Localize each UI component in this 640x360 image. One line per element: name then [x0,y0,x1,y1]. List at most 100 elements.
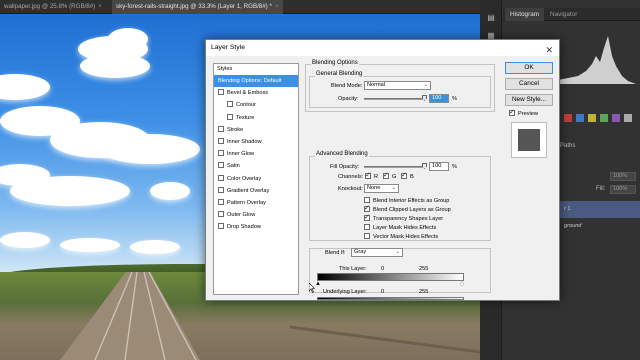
option-layer-mask-hides[interactable]: Layer Mask Hides Effects [364,224,436,231]
style-swatch[interactable] [564,114,572,122]
close-icon[interactable]: × [98,3,102,10]
option-transparency-shapes[interactable]: Transparency Shapes Layer [364,213,444,222]
style-item-contour[interactable]: Contour [214,99,298,111]
channel-g-checkbox[interactable] [383,171,389,179]
channel-b[interactable]: B [401,171,414,180]
tab-wallpaper[interactable]: wallpaper.jpg @ 25.8% (RGB/8#) × [0,0,106,14]
knockout-select[interactable]: None ⌄ [364,184,399,193]
style-item-label: Drop Shadow [227,224,261,231]
checkbox[interactable] [218,150,224,157]
styles-header[interactable]: Styles [214,64,298,75]
fill-field[interactable]: 100% [610,185,636,194]
close-icon[interactable]: ✕ [545,42,553,58]
checkbox[interactable] [364,213,370,221]
style-swatch[interactable] [624,114,632,122]
style-swatch[interactable] [612,114,620,122]
style-item-color-overlay[interactable]: Color Overlay [214,173,298,185]
style-item-satin[interactable]: Satin [214,160,298,172]
style-item-label: Satin [227,163,240,170]
style-item-inner-glow[interactable]: Inner Glow [214,148,298,160]
fill-opacity-label: Fill Opacity: [330,164,360,170]
tab-histogram[interactable]: Histogram [505,8,545,21]
checkbox[interactable] [218,89,224,96]
checkbox[interactable] [218,186,224,193]
style-item-blending-options[interactable]: Blending Options: Default [214,75,298,88]
style-item-inner-shadow[interactable]: Inner Shadow [214,136,298,148]
style-item-label: Gradient Overlay [227,187,270,194]
cloud [0,232,50,248]
blend-if-value: Gray [354,249,367,255]
tab-sky-forest-rails[interactable]: sky-forest-rails-straight.jpg @ 33.3% (L… [112,0,283,14]
layer-row[interactable]: ground [560,218,640,235]
checkbox[interactable] [218,174,224,181]
option-label: Blend Clipped Layers as Group [373,207,451,213]
this-layer-white-handle[interactable]: ▲ [459,281,465,287]
checkbox[interactable] [218,125,224,132]
preview-checkbox[interactable] [509,108,515,116]
cancel-button[interactable]: Cancel [505,78,553,90]
option-blend-clipped[interactable]: Blend Clipped Layers as Group [364,204,451,213]
tab-navigator[interactable]: Navigator [545,8,582,21]
style-preview-thumbnail [511,122,547,158]
underlying-layer-low: 0 [381,289,385,295]
blend-mode-select[interactable]: Normal ⌄ [364,81,431,90]
fill-opacity-input[interactable]: 100 [429,162,449,171]
checkbox[interactable] [364,197,370,203]
checkbox[interactable] [364,224,370,230]
style-item-stroke[interactable]: Stroke [214,124,298,136]
option-blend-interior[interactable]: Blend Interior Effects as Group [364,197,449,204]
underlying-layer-gradient [317,297,464,300]
cloud [108,28,148,50]
dialog-titlebar[interactable]: Layer Style ✕ [206,40,559,56]
checkbox[interactable] [227,101,233,108]
style-item-drop-shadow[interactable]: Drop Shadow [214,221,298,233]
style-swatch[interactable] [576,114,584,122]
layer-row-selected[interactable]: r 1 [560,201,640,218]
style-item-label: Blending Options: Default [218,78,282,84]
checkbox[interactable] [218,137,224,144]
checkbox[interactable] [218,223,224,230]
knockout-value: None [367,185,381,191]
style-item-label: Color Overlay [227,175,262,182]
channel-r[interactable]: R [365,171,378,180]
channel-r-checkbox[interactable] [365,171,371,179]
ok-button[interactable]: OK [505,62,553,74]
checkbox[interactable] [218,162,224,169]
opacity-input[interactable]: 100 [429,94,449,103]
fill-opacity-unit: % [452,164,457,170]
style-item-bevel-emboss[interactable]: Bevel & Emboss [214,87,298,99]
style-item-outer-glow[interactable]: Outer Glow [214,209,298,221]
style-swatch[interactable] [588,114,596,122]
new-style-button[interactable]: New Style... [505,94,553,106]
cloud [10,176,130,206]
close-icon[interactable]: × [275,3,279,10]
checkbox[interactable] [364,204,370,212]
preview-label: Preview [518,111,538,117]
channel-b-checkbox[interactable] [401,171,407,179]
channel-g[interactable]: G [383,171,397,180]
mouse-cursor-icon [309,283,315,293]
this-layer-black-handle[interactable]: ▲ [315,281,321,287]
blending-options-panel: Blending Options General Blending Blend … [305,60,495,295]
checkbox[interactable] [218,198,224,205]
channel-g-label: G [392,174,397,180]
style-item-label: Stroke [227,126,244,133]
style-item-texture[interactable]: Texture [214,112,298,124]
option-vector-mask-hides[interactable]: Vector Mask Hides Effects [364,233,438,240]
opacity-field[interactable]: 100% [610,172,636,181]
style-swatch[interactable] [600,114,608,122]
fill-opacity-slider[interactable] [364,163,427,169]
checkbox[interactable] [218,211,224,218]
style-item-pattern-overlay[interactable]: Pattern Overlay [214,197,298,209]
option-label: Transparency Shapes Layer [373,216,444,222]
preview-toggle[interactable]: Preview [509,108,538,117]
checkbox[interactable] [364,233,370,239]
style-item-gradient-overlay[interactable]: Gradient Overlay [214,185,298,197]
checkbox[interactable] [227,113,233,120]
opacity-slider[interactable] [364,95,427,101]
history-icon[interactable]: ▤ [484,12,498,24]
style-item-label: Bevel & Emboss [227,90,269,97]
blend-if-select[interactable]: Gray ⌄ [351,248,403,257]
document-tab-bar: wallpaper.jpg @ 25.8% (RGB/8#) × sky-fore… [0,0,480,14]
paths-tab[interactable]: Paths [560,143,575,149]
